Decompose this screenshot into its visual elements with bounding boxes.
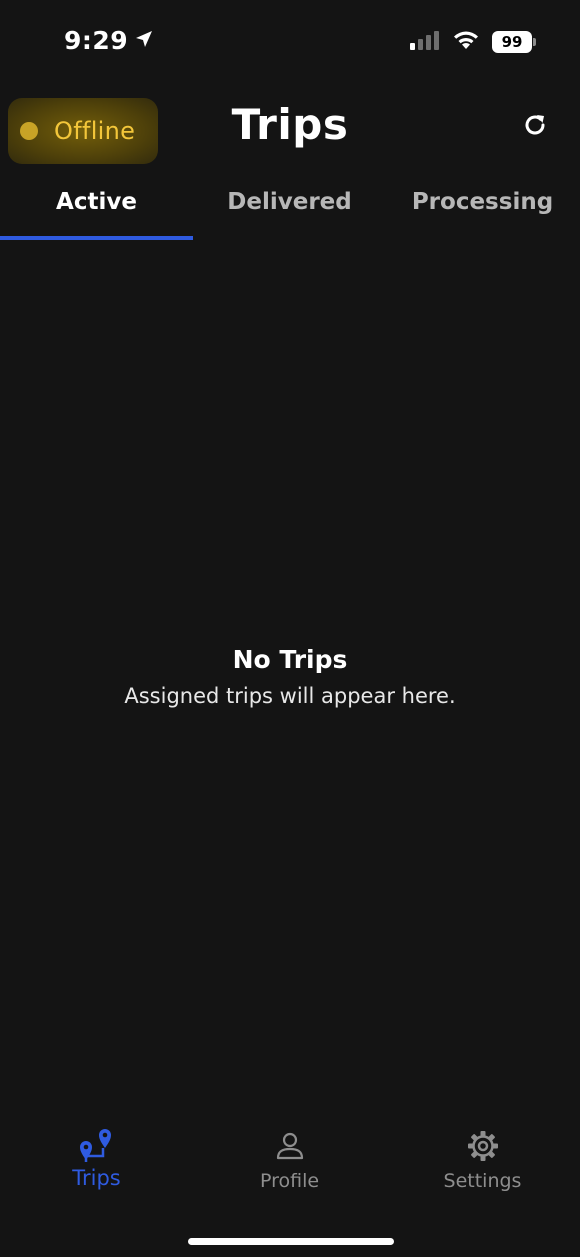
empty-state-subtitle: Assigned trips will appear here.: [124, 684, 456, 708]
nav-label: Trips: [72, 1166, 121, 1190]
page-title: Trips: [231, 100, 349, 149]
refresh-icon: [521, 111, 549, 143]
status-time: 9:29: [64, 26, 154, 55]
status-bar: 9:29 99: [0, 0, 580, 86]
wifi-icon: [452, 30, 480, 54]
tab-active[interactable]: Active: [0, 184, 193, 240]
tab-delivered[interactable]: Delivered: [193, 184, 386, 240]
home-indicator[interactable]: [188, 1238, 394, 1245]
status-indicators: 99: [410, 30, 536, 54]
battery-icon: 99: [492, 31, 536, 53]
trip-tabs: Active Delivered Processing: [0, 184, 580, 242]
empty-state: No Trips Assigned trips will appear here…: [0, 645, 580, 708]
tab-label: Delivered: [227, 189, 352, 215]
app-screen: 9:29 99 Offline Trips Active Delivered P…: [0, 0, 580, 1257]
nav-settings[interactable]: Settings: [386, 1126, 579, 1206]
nav-label: Profile: [259, 1170, 320, 1192]
refresh-button[interactable]: [518, 110, 552, 144]
map-pin-route-icon: [77, 1126, 117, 1166]
tab-label: Active: [56, 189, 137, 215]
cellular-signal-icon: [410, 30, 440, 54]
tab-label: Processing: [411, 189, 554, 215]
person-icon: [270, 1126, 310, 1166]
nav-trips[interactable]: Trips: [0, 1126, 193, 1206]
battery-level: 99: [501, 33, 523, 51]
location-arrow-icon: [134, 26, 154, 55]
empty-state-title: No Trips: [232, 645, 348, 674]
tab-processing[interactable]: Processing: [386, 184, 579, 240]
gear-icon: [463, 1126, 503, 1166]
nav-label: Settings: [443, 1170, 522, 1192]
nav-profile[interactable]: Profile: [193, 1126, 386, 1206]
active-tab-indicator: [0, 236, 193, 240]
clock-text: 9:29: [64, 26, 129, 55]
header: Offline Trips: [0, 96, 580, 166]
bottom-navigation: Trips Profile Settings: [0, 1126, 580, 1206]
